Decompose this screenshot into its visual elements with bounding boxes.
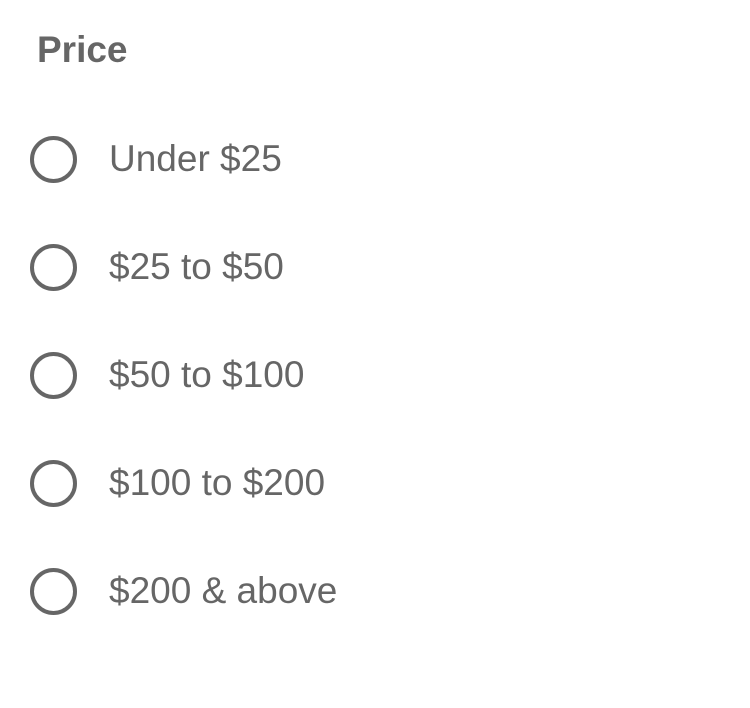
price-option-under-25[interactable]: Under $25 xyxy=(30,131,282,187)
radio-button[interactable] xyxy=(30,459,77,507)
radio-button[interactable] xyxy=(30,351,77,399)
price-filter-panel: Price Under $25 $25 to $50 $50 to $100 $… xyxy=(0,0,750,708)
radio-button[interactable] xyxy=(30,567,77,615)
price-option-100-to-200[interactable]: $100 to $200 xyxy=(30,455,325,511)
radio-button[interactable] xyxy=(30,243,77,291)
price-option-50-to-100[interactable]: $50 to $100 xyxy=(30,347,304,403)
price-filter-title: Price xyxy=(37,29,128,70)
price-option-label: $50 to $100 xyxy=(109,354,305,395)
radio-button[interactable] xyxy=(30,135,77,183)
price-option-label: $200 & above xyxy=(109,570,338,611)
price-option-label: $25 to $50 xyxy=(109,246,284,287)
price-option-label: Under $25 xyxy=(109,138,282,179)
price-option-label: $100 to $200 xyxy=(109,462,326,503)
price-option-25-to-50[interactable]: $25 to $50 xyxy=(30,239,284,295)
price-option-200-and-above[interactable]: $200 & above xyxy=(30,563,337,619)
